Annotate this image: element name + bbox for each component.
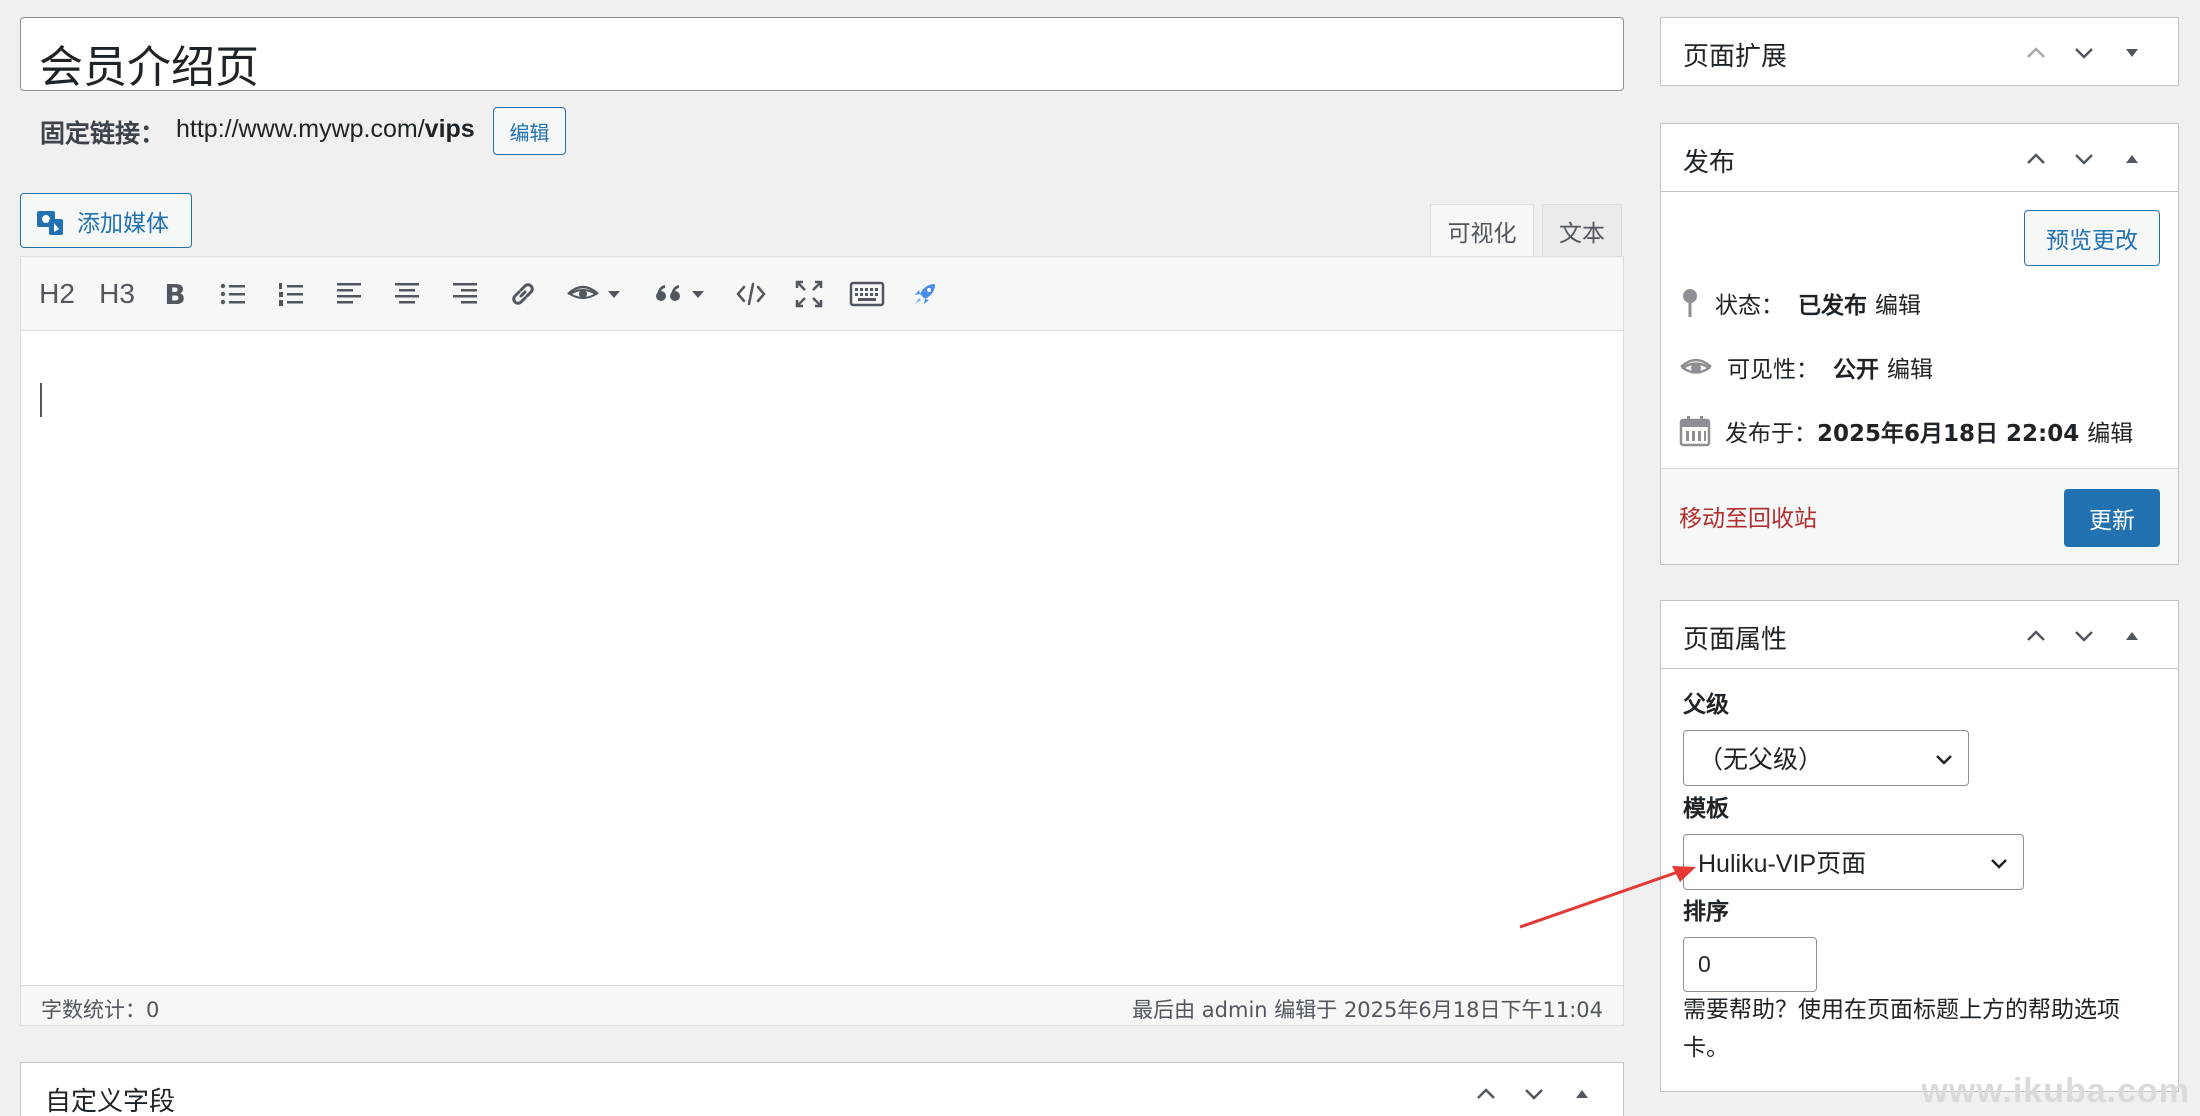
published-label: 发布于： (1725, 421, 1817, 447)
link-icon[interactable] (505, 275, 541, 313)
publish-header: 发布 (1661, 124, 2178, 192)
status-edit-link[interactable]: 编辑 (1875, 286, 1921, 320)
title-text: 会员介绍页 (39, 42, 259, 93)
parent-select[interactable]: （无父级） (1683, 730, 1969, 786)
media-icon (37, 210, 63, 235)
editor-toolbar: H2 H3 B (21, 257, 1623, 331)
calendar-icon (1679, 416, 1711, 447)
move-to-trash-link[interactable]: 移动至回收站 (1679, 499, 1817, 533)
text-cursor (40, 383, 42, 417)
preview-changes-button[interactable]: 预览更改 (2024, 210, 2160, 266)
align-right-icon[interactable] (447, 275, 483, 313)
code-icon[interactable] (733, 275, 769, 313)
eye-icon (567, 285, 599, 299)
template-select[interactable]: Huliku-VIP页面 (1683, 834, 2024, 890)
toggle-panel-icon[interactable] (2117, 38, 2147, 68)
permalink-prefix: http://www.mywp.com/ (176, 115, 425, 143)
page-attributes-box: 页面属性 父级 （无父级） 模板 Huliku-VIP页面 排序 0 需要帮助？… (1660, 600, 2179, 1092)
permalink-label: 固定链接： (40, 119, 166, 148)
move-down-icon[interactable] (2069, 38, 2099, 68)
update-button[interactable]: 更新 (2064, 489, 2160, 547)
tab-text[interactable]: 文本 (1542, 204, 1622, 256)
visibility-label: 可见性： (1727, 357, 1819, 383)
watermark: www.ikuba.com (1921, 1072, 2190, 1110)
blockquote-dropdown[interactable] (647, 275, 713, 313)
title-input[interactable]: 会员介绍页 (20, 17, 1624, 93)
numbered-list-icon[interactable] (273, 275, 309, 313)
move-up-icon[interactable] (2021, 38, 2051, 68)
heading2-button[interactable]: H2 (35, 275, 79, 313)
published-edit-link[interactable]: 编辑 (2087, 414, 2133, 448)
template-select-value: Huliku-VIP页面 (1698, 850, 1867, 878)
publish-actions: 移动至回收站 更新 (1661, 468, 2178, 564)
pin-icon (1683, 289, 1697, 317)
eye-icon (1680, 358, 1712, 374)
page-attributes-header: 页面属性 (1661, 601, 2178, 669)
fullscreen-icon[interactable] (791, 275, 827, 313)
bold-button[interactable]: B (157, 275, 193, 313)
parent-select-value: （无父级） (1698, 745, 1824, 774)
visibility-edit-link[interactable]: 编辑 (1887, 350, 1933, 384)
move-down-icon[interactable] (2069, 144, 2099, 174)
custom-fields-title: 自定义字段 (45, 1087, 176, 1116)
custom-fields-box: 自定义字段 (20, 1062, 1624, 1116)
bullet-list-icon[interactable] (215, 275, 251, 313)
quote-icon (656, 285, 680, 301)
last-edit-info: 最后由 admin 编辑于 2025年6月18日下午11:04 (1132, 998, 1603, 1022)
word-count: 字数统计：0 (41, 998, 160, 1022)
status-row: 状态： 已发布 编辑 (1679, 286, 1921, 320)
visibility-value: 公开 (1833, 357, 1879, 383)
move-up-icon[interactable] (2021, 144, 2051, 174)
preview-eye-dropdown[interactable] (561, 275, 627, 313)
permalink-url[interactable]: http://www.mywp.com/vips (176, 115, 475, 144)
align-left-icon[interactable] (331, 275, 367, 313)
rocket-icon[interactable] (907, 275, 943, 313)
move-down-icon[interactable] (1519, 1079, 1549, 1109)
template-label: 模板 (1683, 796, 1729, 822)
help-text: 需要帮助？使用在页面标题上方的帮助选项卡。 (1683, 997, 2120, 1061)
publish-box: 发布 预览更改 状态： 已发布 编辑 可见性： 公开 编辑 发布于： 2025年… (1660, 123, 2179, 565)
caret-down-icon (608, 291, 620, 298)
editor-status-bar: 字数统计：0 最后由 admin 编辑于 2025年6月18日下午11:04 (21, 985, 1623, 1025)
parent-label: 父级 (1683, 692, 1729, 718)
chevron-down-icon (1936, 755, 1952, 765)
toggle-panel-icon[interactable] (1567, 1079, 1597, 1109)
toggle-panel-icon[interactable] (2117, 621, 2147, 651)
keyboard-icon[interactable] (847, 275, 887, 313)
add-media-button[interactable]: 添加媒体 (20, 193, 192, 248)
permalink-edit-button[interactable]: 编辑 (493, 107, 566, 155)
permalink-slug: vips (424, 115, 475, 143)
move-up-icon[interactable] (2021, 621, 2051, 651)
visibility-row: 可见性： 公开 编辑 (1679, 350, 1933, 384)
page-extension-title: 页面扩展 (1683, 42, 1788, 72)
publish-title: 发布 (1683, 148, 1736, 178)
status-value: 已发布 (1798, 293, 1867, 319)
page-extension-box: 页面扩展 (1660, 17, 2179, 86)
annotation-arrow (1519, 866, 1696, 929)
page-attributes-title: 页面属性 (1683, 625, 1788, 655)
move-up-icon[interactable] (1471, 1079, 1501, 1109)
publish-date-row: 发布于： 2025年6月18日 22:04 编辑 (1679, 414, 2133, 448)
toggle-panel-icon[interactable] (2117, 144, 2147, 174)
caret-down-icon (692, 291, 704, 298)
content-editor[interactable]: H2 H3 B 字数统计：0 最后由 admin 编辑于 2025年6月18日下… (20, 256, 1624, 1026)
add-media-label: 添加媒体 (77, 210, 169, 237)
chevron-down-icon (1991, 859, 2007, 869)
heading3-button[interactable]: H3 (95, 275, 139, 313)
tab-visual[interactable]: 可视化 (1430, 204, 1534, 256)
order-input[interactable]: 0 (1683, 937, 1817, 992)
move-down-icon[interactable] (2069, 621, 2099, 651)
align-center-icon[interactable] (389, 275, 425, 313)
status-label: 状态： (1715, 293, 1784, 319)
published-value: 2025年6月18日 22:04 (1817, 421, 2080, 447)
